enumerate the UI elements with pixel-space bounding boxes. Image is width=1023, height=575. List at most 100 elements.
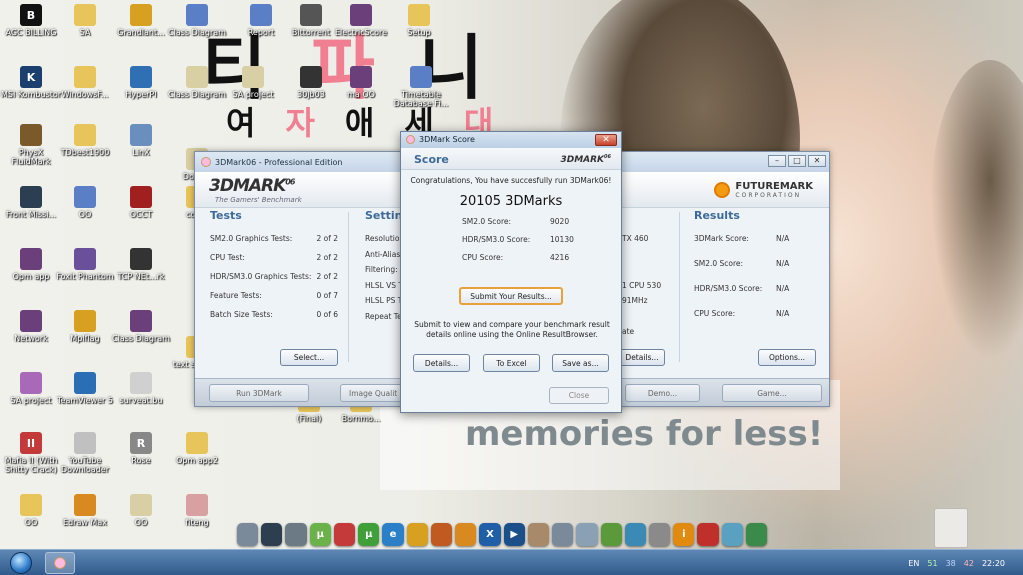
desktop-icon[interactable]: Edraw Max — [54, 494, 116, 527]
desktop-icon-label: Bornmo... — [341, 414, 381, 423]
tool-icon[interactable] — [552, 523, 574, 546]
desktop-icon[interactable]: OO — [54, 186, 116, 219]
close-button[interactable]: Close — [549, 387, 609, 404]
desktop-icon[interactable]: Foxit Phantom — [54, 248, 116, 281]
desktop-icon[interactable]: surveat.bu — [110, 372, 172, 405]
desktop-icon-label: Class Diagram — [168, 90, 226, 99]
save-as-button[interactable]: Save as... — [552, 354, 609, 372]
desktop-icon[interactable]: fiteng — [166, 494, 228, 527]
app-icon[interactable] — [600, 523, 622, 546]
network-icon[interactable] — [261, 523, 283, 546]
congrats-text: Congratulations, You have succesfully ru… — [410, 176, 612, 185]
desktop-icon[interactable]: K MSI Kombustor — [0, 66, 62, 99]
system-details-button[interactable]: Details... — [619, 349, 665, 366]
options-button[interactable]: Options... — [758, 349, 816, 366]
desktop-icon[interactable]: Class Diagram — [110, 310, 172, 343]
desktop-icon[interactable]: PhysX FluidMark — [0, 124, 62, 166]
app-icon: K — [20, 66, 42, 88]
close-button[interactable]: ✕ — [808, 155, 826, 167]
app-icon — [130, 310, 152, 332]
tray-temp-2[interactable]: 38 — [946, 559, 956, 568]
game-icon[interactable] — [430, 523, 453, 546]
app-icon[interactable] — [624, 523, 646, 546]
to-excel-button[interactable]: To Excel — [483, 354, 540, 372]
app-icon[interactable] — [721, 523, 743, 546]
tray-temp-1[interactable]: 51 — [927, 559, 937, 568]
maximize-button[interactable]: □ — [788, 155, 806, 167]
game-button[interactable]: Game... — [722, 384, 822, 402]
desktop-icon[interactable]: OO — [0, 494, 62, 527]
desktop-icon[interactable]: LinX — [110, 124, 172, 157]
submit-results-button[interactable]: Submit Your Results... — [459, 287, 563, 305]
desktop-icon[interactable]: B AGC BILLING — [0, 4, 62, 37]
desktop-icon[interactable]: II Mafia II (With Shitty Crack) — [0, 432, 62, 474]
folder-icon[interactable] — [237, 523, 259, 546]
result-row: HDR/SM3.0 Score: N/A — [694, 284, 804, 309]
desktop-widget[interactable] — [934, 508, 968, 548]
result-label: SM2.0 Score: — [694, 259, 744, 268]
desktop-icon-label: Class Diagram — [168, 28, 226, 37]
minimize-button[interactable]: – — [768, 155, 786, 167]
desktop-icon-label: Edraw Max — [63, 518, 107, 527]
result-value: N/A — [776, 259, 790, 268]
app-icon[interactable] — [527, 523, 550, 546]
chrome-icon[interactable] — [406, 523, 428, 546]
app-icon: II — [20, 432, 42, 454]
language-indicator[interactable]: EN — [908, 559, 919, 568]
desktop-icon[interactable]: R Rose — [110, 432, 172, 465]
desktop-icon[interactable]: Network — [0, 310, 62, 343]
app-icon[interactable] — [455, 523, 477, 546]
divider — [679, 212, 680, 362]
folder-icon[interactable] — [285, 523, 307, 546]
desktop-icon[interactable]: Timetable Database Fi... — [390, 66, 452, 108]
desktop-icon-label: Front Missi... — [5, 210, 57, 219]
desktop-icon[interactable]: OO — [110, 494, 172, 527]
desktop-icon[interactable]: Mplflag — [54, 310, 116, 343]
desktop-icon[interactable]: SA project — [0, 372, 62, 405]
app-icon[interactable] — [576, 523, 598, 546]
desktop-icon[interactable]: SA project — [222, 66, 284, 99]
desktop-icon[interactable]: OCCT — [110, 186, 172, 219]
utorrent-icon[interactable]: µ — [358, 523, 380, 546]
taskbar-3dmark[interactable] — [45, 552, 75, 574]
run-3dmark-button[interactable]: Run 3DMark — [209, 384, 309, 402]
clock[interactable]: 22:20 — [982, 559, 1005, 568]
desktop-icon[interactable]: HyperPI — [110, 66, 172, 99]
start-button[interactable] — [2, 550, 40, 575]
tray-temp-3[interactable]: 42 — [964, 559, 974, 568]
desktop-icon[interactable]: Front Missi... — [0, 186, 62, 219]
desktop-icon[interactable]: WindowsF... — [54, 66, 116, 99]
desktop-icon[interactable]: TDbest1900 — [54, 124, 116, 157]
desktop-icon[interactable]: Opm app2 — [166, 432, 228, 465]
ie-icon[interactable]: e — [382, 523, 404, 546]
media-icon[interactable]: ▶ — [503, 523, 525, 546]
app-icon — [20, 186, 42, 208]
desktop-icon[interactable]: Opm app — [0, 248, 62, 281]
demo-button[interactable]: Demo... — [625, 384, 700, 402]
3dmark-app-icon — [201, 157, 211, 167]
details-button[interactable]: Details... — [413, 354, 470, 372]
recycle-bin-icon[interactable] — [745, 523, 768, 546]
x-icon[interactable]: X — [479, 523, 501, 546]
flash-icon[interactable] — [697, 523, 719, 546]
desktop-icon[interactable]: TCP NEt...rk — [110, 248, 172, 281]
utorrent-icon[interactable]: µ — [309, 523, 331, 546]
select-tests-button[interactable]: Select... — [280, 349, 338, 366]
close-icon[interactable]: ✕ — [595, 134, 617, 146]
score-dialog-titlebar[interactable]: 3DMark Score ✕ — [401, 132, 621, 148]
score-value: 10130 — [550, 235, 574, 244]
desktop-icon-label: LinX — [132, 148, 150, 157]
desktop-icon[interactable]: Grandlant... — [110, 4, 172, 37]
desktop-icon[interactable]: Setup — [388, 4, 450, 37]
desktop-icon[interactable]: YouTube Downloader — [54, 432, 116, 474]
desktop-icon[interactable]: TeamViewer 5 — [54, 372, 116, 405]
desktop-icon[interactable]: ma OO — [330, 66, 392, 99]
desktop-icon[interactable]: Class Diagram — [166, 66, 228, 99]
desktop-icon[interactable]: Class Diagram — [166, 4, 228, 37]
desktop-icon[interactable]: ElectricScore — [330, 4, 392, 37]
desktop-icon[interactable]: SA — [54, 4, 116, 37]
info-icon[interactable]: i — [673, 523, 695, 546]
image-quality-button[interactable]: Image Qualit — [340, 384, 402, 402]
winrar-icon[interactable] — [333, 523, 356, 546]
app-icon[interactable] — [648, 523, 671, 546]
